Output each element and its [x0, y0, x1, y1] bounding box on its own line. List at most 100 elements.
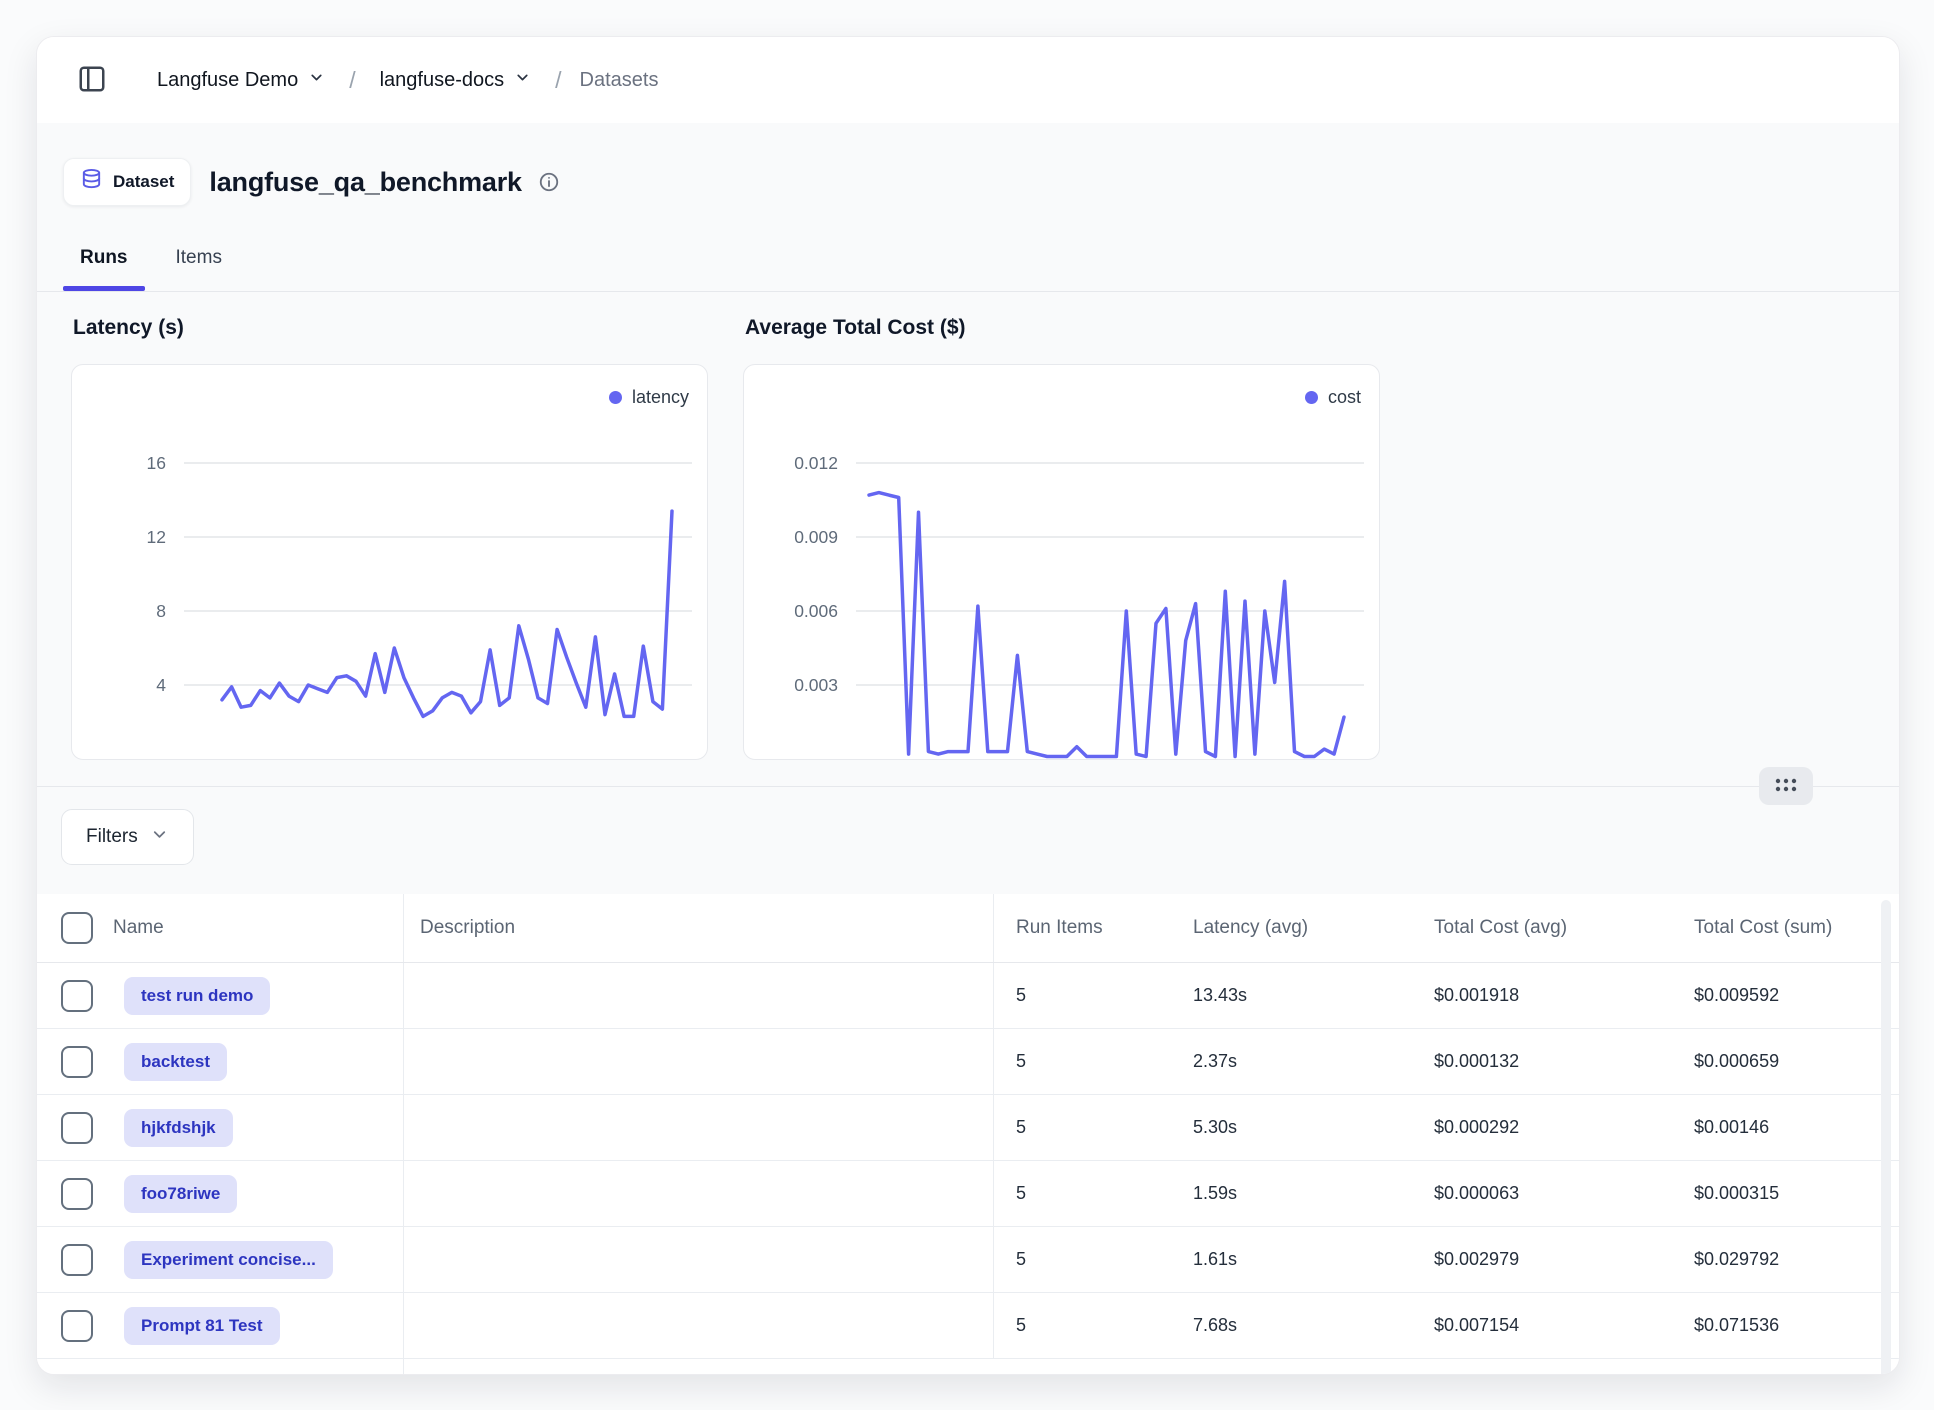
- table-row[interactable]: hjkfdshjk55.30s$0.000292$0.00146: [37, 1095, 1899, 1161]
- run-name-pill[interactable]: backtest: [124, 1043, 227, 1081]
- table-row[interactable]: Prompt 81 Test 5 7.68s $0.007154 $0.071536: [37, 1293, 1899, 1359]
- cost-chart-title: Average Total Cost ($): [745, 316, 1380, 340]
- cost-chart-block: Average Total Cost ($) 0.0120.0090.0060.…: [743, 292, 1380, 760]
- svg-text:4: 4: [156, 675, 166, 695]
- breadcrumb-project[interactable]: Langfuse Demo: [151, 68, 331, 93]
- breadcrumb-page: Datasets: [580, 69, 659, 92]
- total-cost-sum-cell: $0.00146: [1677, 1095, 1899, 1160]
- column-header-run-items[interactable]: Run Items: [994, 894, 1177, 962]
- breadcrumb: Langfuse Demo / langfuse-docs / Datasets: [151, 67, 658, 94]
- column-header-total-cost-avg[interactable]: Total Cost (avg): [1417, 894, 1677, 962]
- run-items-cell: 5: [994, 1029, 1177, 1094]
- charts-section: Latency (s) 161284 latency Average Total…: [37, 292, 1899, 787]
- row-select-cell: [37, 1095, 89, 1160]
- run-name-pill[interactable]: hjkfdshjk: [124, 1109, 233, 1147]
- run-name-cell: Prompt 81 Test: [89, 1293, 404, 1358]
- latency-legend-label: latency: [632, 387, 689, 408]
- legend-dot-icon: [609, 391, 622, 404]
- latency-legend: latency: [609, 387, 689, 408]
- tab-items[interactable]: Items: [159, 247, 239, 291]
- run-name-cell: hjkfdshjk: [89, 1095, 404, 1160]
- svg-text:0.009: 0.009: [794, 527, 838, 547]
- tab-bar: Runs Items: [37, 213, 1899, 292]
- column-header-name[interactable]: Name: [89, 894, 404, 962]
- run-items-cell-value: 5: [1016, 1183, 1026, 1204]
- run-name-pill[interactable]: foo78riwe: [124, 1175, 237, 1213]
- panel-resize-handle[interactable]: [1759, 767, 1813, 805]
- cost-chart: 0.0120.0090.0060.003 cost: [743, 364, 1380, 760]
- run-name-cell: test run demo: [89, 963, 404, 1028]
- svg-text:0.003: 0.003: [794, 675, 838, 695]
- row-select-cell: [37, 1029, 89, 1094]
- latency-avg-cell: 1.61s: [1177, 1227, 1417, 1292]
- main-card: Langfuse Demo / langfuse-docs / Datasets: [36, 36, 1900, 1375]
- select-all-cell: [37, 894, 89, 962]
- latency-avg-cell-value: 7.68s: [1193, 1315, 1237, 1336]
- svg-text:0.006: 0.006: [794, 601, 838, 621]
- total-cost-sum-cell-value: $0.009592: [1694, 985, 1779, 1006]
- run-name-cell: Experiment concise...: [89, 1227, 404, 1292]
- filters-button[interactable]: Filters: [61, 809, 194, 865]
- latency-avg-cell-value: 2.37s: [1193, 1051, 1237, 1072]
- description-cell: [404, 1293, 994, 1358]
- table-row[interactable]: Experiment concise...51.61s$0.002979$0.0…: [37, 1227, 1899, 1293]
- total-cost-sum-cell: $0.009592: [1677, 963, 1899, 1028]
- row-select-cell: [37, 1293, 89, 1358]
- latency-avg-cell: 2.37s: [1177, 1029, 1417, 1094]
- total-cost-sum-cell-value: $0.071536: [1694, 1315, 1779, 1336]
- latency-line-plot: 161284: [72, 365, 708, 760]
- run-name-cell: [89, 1359, 404, 1374]
- run-name-pill[interactable]: test run demo: [124, 977, 270, 1015]
- sidebar-toggle-button[interactable]: [73, 60, 111, 101]
- table-row[interactable]: test run demo 5 13.43s $0.001918 $0.009592: [37, 963, 1899, 1029]
- latency-avg-cell: 13.43s: [1177, 963, 1417, 1028]
- run-name-pill[interactable]: Prompt 81 Test: [124, 1307, 280, 1345]
- breadcrumb-separator: /: [349, 67, 355, 94]
- total-cost-avg-cell-value: $0.007154: [1434, 1315, 1519, 1336]
- filters-row: Filters: [37, 787, 1899, 894]
- table-row[interactable]: backtest 5 2.37s $0.000132 $0.000659: [37, 1029, 1899, 1095]
- svg-text:12: 12: [147, 527, 166, 547]
- run-items-cell-value: 5: [1016, 1051, 1026, 1072]
- total-cost-avg-cell-value: $0.000063: [1434, 1183, 1519, 1204]
- table-row-partial[interactable]: [37, 1359, 1899, 1374]
- filters-button-label: Filters: [86, 826, 138, 848]
- run-items-cell-value: 5: [1016, 1315, 1026, 1336]
- total-cost-sum-cell-value: $0.000659: [1694, 1051, 1779, 1072]
- total-cost-avg-cell: $0.000132: [1417, 1029, 1677, 1094]
- total-cost-avg-cell: $0.000063: [1417, 1161, 1677, 1226]
- total-cost-sum-cell: $0.000315: [1677, 1161, 1899, 1226]
- total-cost-avg-cell: $0.002979: [1417, 1227, 1677, 1292]
- run-items-cell: 5: [994, 1227, 1177, 1292]
- breadcrumb-project-label: Langfuse Demo: [157, 69, 298, 92]
- database-icon: [80, 168, 103, 196]
- latency-avg-cell-value: 1.61s: [1193, 1249, 1237, 1270]
- info-icon[interactable]: [538, 171, 560, 193]
- latency-chart-title: Latency (s): [73, 316, 708, 340]
- latency-avg-cell: 1.59s: [1177, 1161, 1417, 1226]
- table-row[interactable]: foo78riwe 5 1.59s $0.000063 $0.000315: [37, 1161, 1899, 1227]
- latency-avg-cell-value: 1.59s: [1193, 1183, 1237, 1204]
- total-cost-avg-cell-value: $0.000132: [1434, 1051, 1519, 1072]
- total-cost-avg-cell-value: $0.000292: [1434, 1117, 1519, 1138]
- total-cost-avg-cell-value: $0.001918: [1434, 985, 1519, 1006]
- total-cost-sum-cell: $0.000659: [1677, 1029, 1899, 1094]
- description-cell: [404, 963, 994, 1028]
- column-header-total-cost-sum[interactable]: Total Cost (sum): [1677, 894, 1899, 962]
- table-body: test run demo 5 13.43s $0.001918 $0.009592 ba…: [37, 963, 1899, 1374]
- table-header-row: Name Description Run Items Latency (avg)…: [37, 894, 1899, 963]
- dataset-header: Dataset langfuse_qa_benchmark: [37, 123, 1899, 213]
- topbar: Langfuse Demo / langfuse-docs / Datasets: [37, 37, 1899, 123]
- run-items-cell-value: 5: [1016, 985, 1026, 1006]
- run-name-cell: foo78riwe: [89, 1161, 404, 1226]
- column-header-latency-avg[interactable]: Latency (avg): [1177, 894, 1417, 962]
- vertical-scrollbar[interactable]: [1881, 900, 1891, 1374]
- tab-runs[interactable]: Runs: [63, 247, 145, 291]
- breadcrumb-env[interactable]: langfuse-docs: [374, 68, 538, 93]
- run-items-cell: 5: [994, 1095, 1177, 1160]
- latency-avg-cell: 7.68s: [1177, 1293, 1417, 1358]
- column-header-description[interactable]: Description: [404, 894, 994, 962]
- latency-chart: 161284 latency: [71, 364, 708, 760]
- cost-legend-label: cost: [1328, 387, 1361, 408]
- run-name-pill[interactable]: Experiment concise...: [124, 1241, 333, 1279]
